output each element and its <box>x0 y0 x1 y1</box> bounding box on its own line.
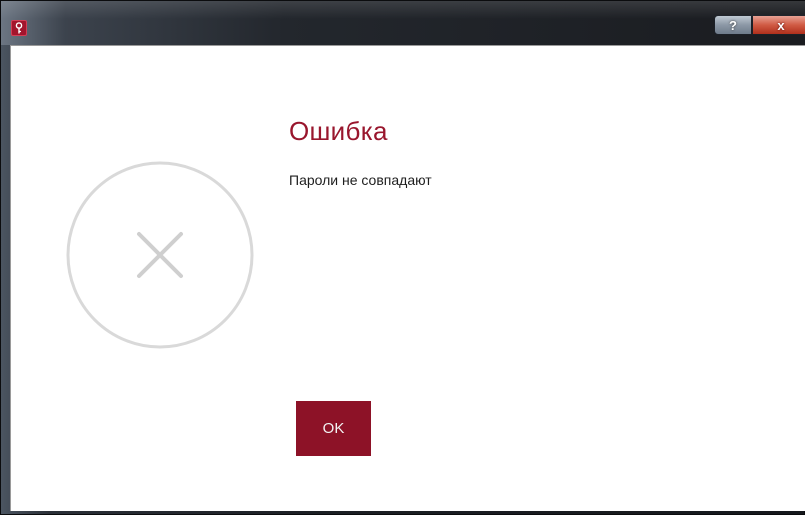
error-message: Пароли не совпадают <box>289 172 432 188</box>
ok-button[interactable]: OK <box>296 401 371 456</box>
help-label: ? <box>729 17 737 33</box>
dialog-window: ? x Ошибка Пароли не совпадают OK <box>0 0 805 515</box>
close-button[interactable]: x <box>752 15 805 35</box>
dialog-content: Ошибка Пароли не совпадают OK <box>10 45 805 511</box>
title-bar[interactable]: ? x <box>1 1 805 45</box>
error-x-icon <box>65 160 255 355</box>
key-icon <box>11 20 27 36</box>
help-button[interactable]: ? <box>714 15 752 35</box>
close-icon: x <box>777 17 785 33</box>
caption-buttons: ? x <box>714 15 805 39</box>
dialog-title: Ошибка <box>289 116 388 146</box>
